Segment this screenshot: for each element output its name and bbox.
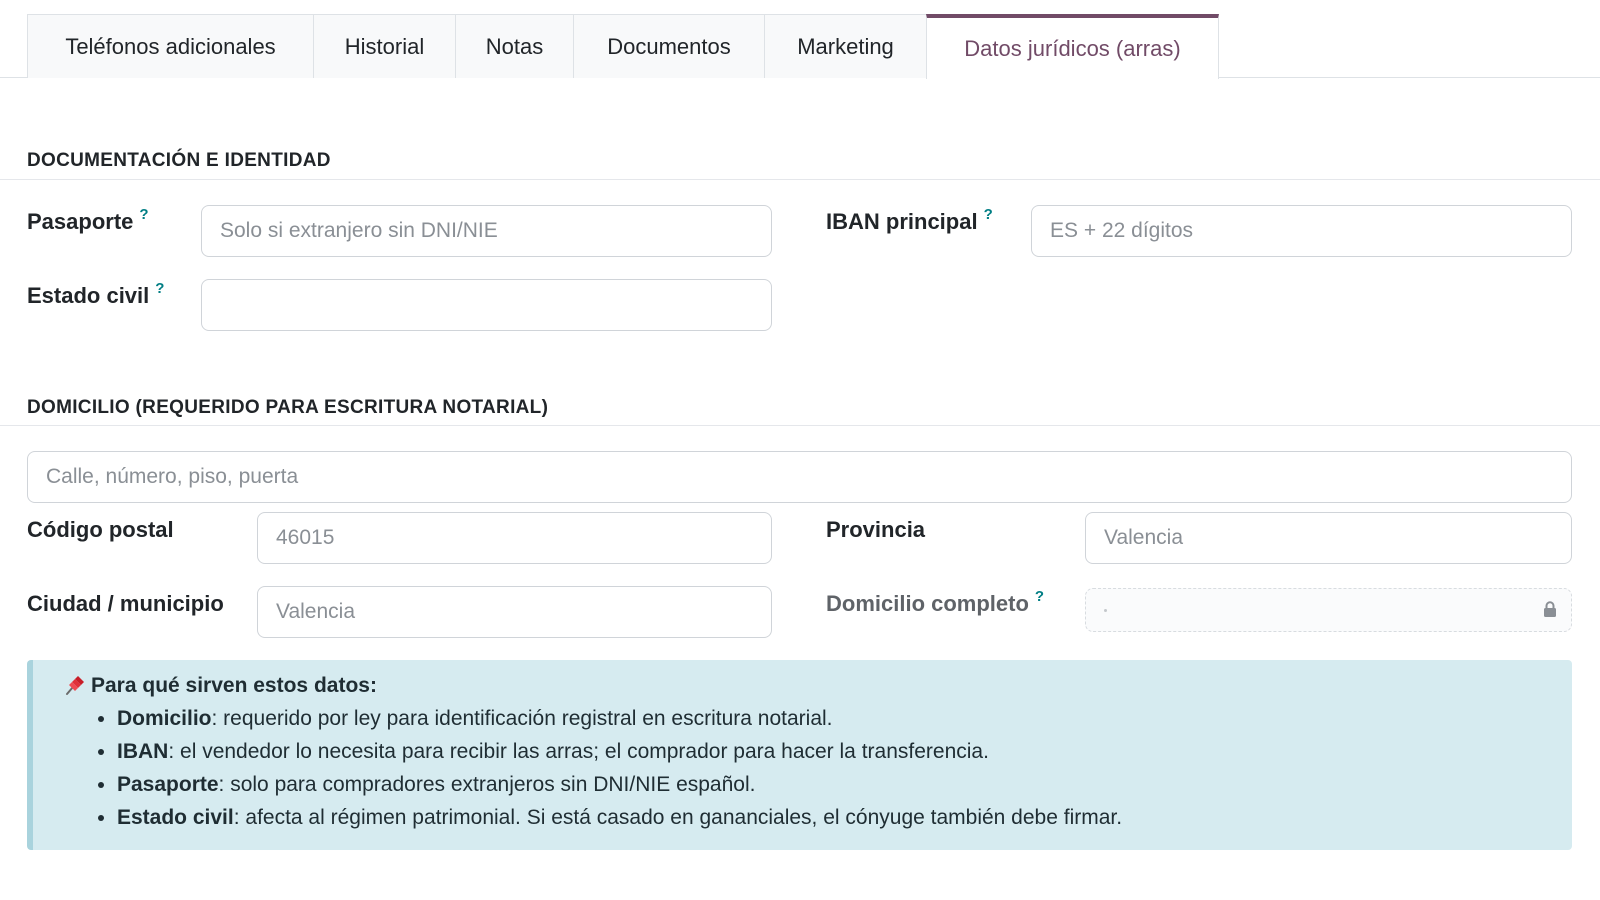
- list-item: Domicilio: requerido por ley para identi…: [117, 702, 1572, 735]
- section-title-address: DOMICILIO (REQUERIDO PARA ESCRITURA NOTA…: [27, 397, 549, 418]
- province-label: Provincia: [826, 517, 926, 542]
- list-item: IBAN: el vendedor lo necesita para recib…: [117, 735, 1572, 768]
- list-item: Pasaporte: solo para compradores extranj…: [117, 768, 1572, 801]
- postal-code-input[interactable]: [257, 512, 772, 564]
- section-title-identity: DOCUMENTACIÓN E IDENTIDAD: [27, 150, 331, 171]
- tab-marketing[interactable]: Marketing: [764, 14, 927, 78]
- tab-telefonos-adicionales[interactable]: Teléfonos adicionales: [27, 14, 314, 78]
- postal-code-label: Código postal: [27, 517, 174, 542]
- province-input[interactable]: [1085, 512, 1572, 564]
- pushpin-icon: [66, 676, 84, 695]
- street-input[interactable]: [27, 451, 1572, 503]
- help-icon[interactable]: ?: [1035, 588, 1044, 605]
- info-title: Para qué sirven estos datos:: [63, 674, 1572, 698]
- civil-status-input[interactable]: [201, 279, 772, 331]
- civil-status-label: Estado civil?: [27, 280, 165, 308]
- full-address-label: Domicilio completo?: [826, 588, 1045, 616]
- list-item: Estado civil: afecta al régimen patrimon…: [117, 801, 1572, 834]
- passport-input[interactable]: [201, 205, 772, 257]
- passport-label: Pasaporte?: [27, 206, 149, 234]
- iban-input[interactable]: [1031, 205, 1572, 257]
- readonly-dot: [1104, 609, 1107, 612]
- lock-icon: [1544, 601, 1556, 617]
- tab-notas[interactable]: Notas: [455, 14, 574, 78]
- help-icon[interactable]: ?: [139, 206, 148, 223]
- iban-label: IBAN principal?: [826, 206, 993, 234]
- city-input[interactable]: [257, 586, 772, 638]
- full-address-readonly: [1085, 588, 1572, 632]
- city-label: Ciudad / municipio: [27, 591, 224, 616]
- help-icon[interactable]: ?: [984, 206, 993, 223]
- section-divider: [0, 425, 1600, 426]
- info-box: Para qué sirven estos datos: Domicilio: …: [27, 660, 1572, 850]
- tab-datos-juridicos[interactable]: Datos jurídicos (arras): [926, 14, 1219, 79]
- tab-bar: Teléfonos adicionales Historial Notas Do…: [0, 14, 1600, 79]
- help-icon[interactable]: ?: [155, 280, 164, 297]
- section-divider: [0, 179, 1600, 180]
- tab-documentos[interactable]: Documentos: [573, 14, 765, 78]
- info-list: Domicilio: requerido por ley para identi…: [63, 702, 1572, 834]
- tab-historial[interactable]: Historial: [313, 14, 456, 78]
